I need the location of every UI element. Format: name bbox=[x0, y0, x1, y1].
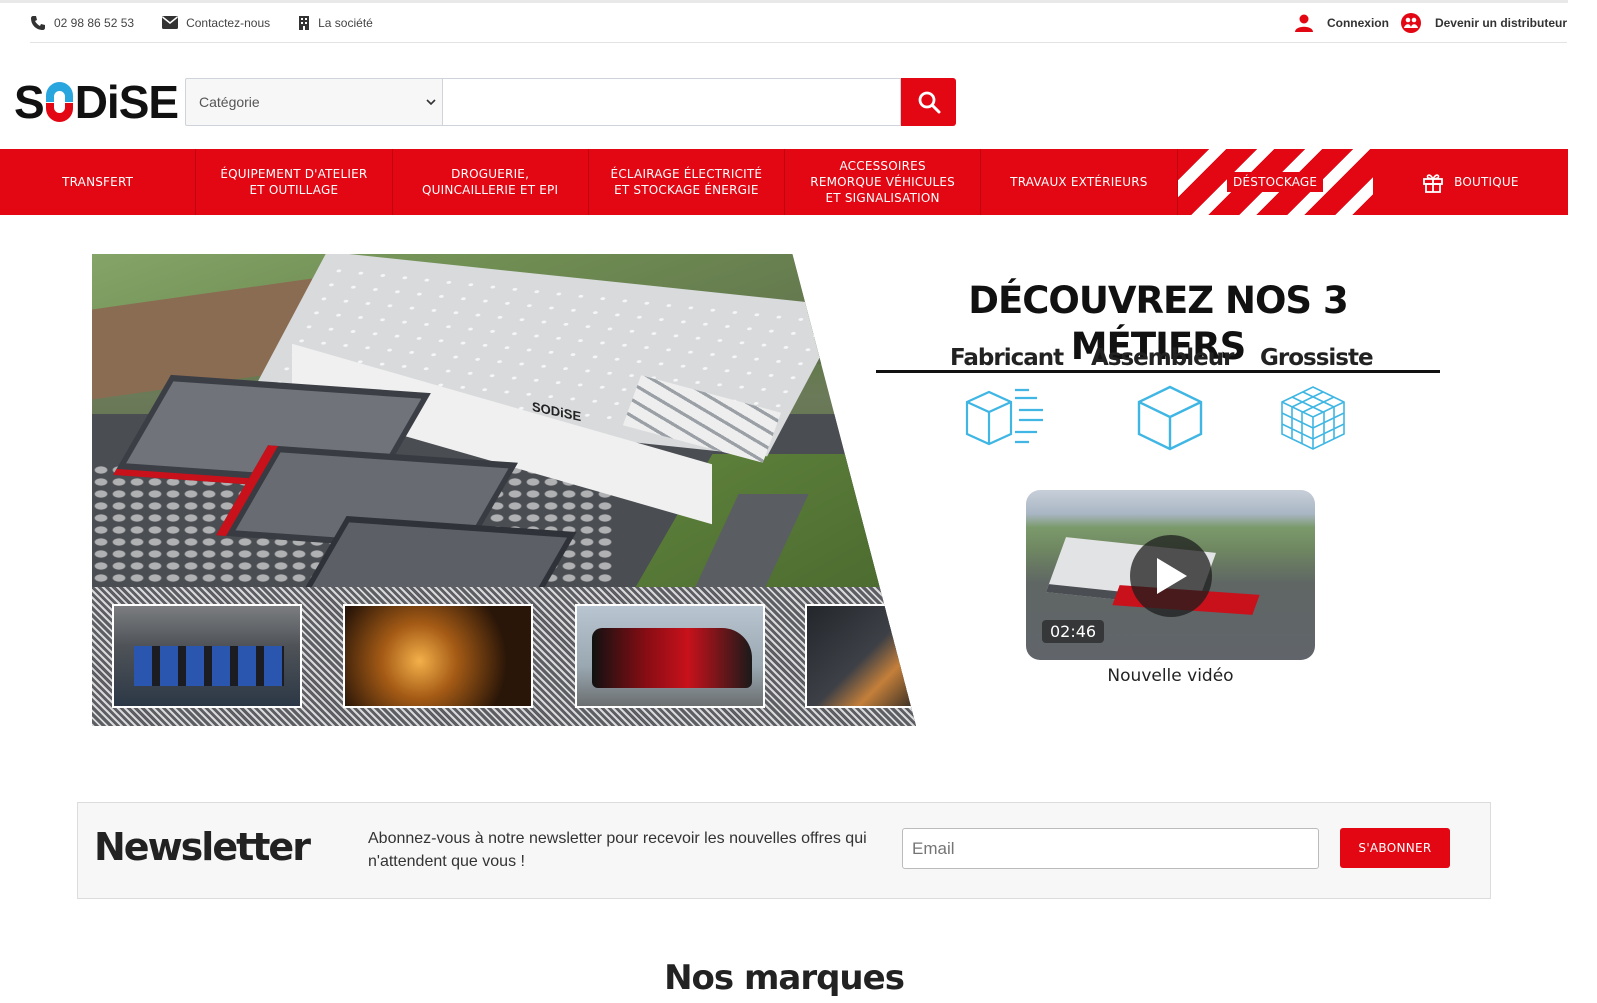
nav-label: TRAVAUX EXTÉRIEURS bbox=[1010, 175, 1148, 189]
logo-o-mark bbox=[45, 82, 73, 122]
distributor-label: Devenir un distributeur bbox=[1434, 15, 1567, 30]
nav-label: BOUTIQUE bbox=[1454, 175, 1519, 189]
metier-fabricant: Fabricant bbox=[950, 345, 1064, 371]
main-nav: TRANSFERT ÉQUIPEMENT D'ATELIER ET OUTILL… bbox=[0, 149, 1568, 215]
video-player[interactable]: 02:46 bbox=[1026, 490, 1315, 660]
nav-item-equipement-atelier[interactable]: ÉQUIPEMENT D'ATELIER ET OUTILLAGE bbox=[196, 149, 393, 215]
nav-item-eclairage[interactable]: ÉCLAIRAGE ÉLECTRICITÉ ET STOCKAGE ÉNERGI… bbox=[589, 149, 785, 215]
brands-title: Nos marques bbox=[664, 958, 905, 998]
play-icon bbox=[1157, 558, 1187, 594]
cube-grid-icon bbox=[1281, 386, 1345, 450]
search-button[interactable] bbox=[901, 78, 956, 126]
gift-icon bbox=[1423, 174, 1444, 193]
nav-label: DROGUERIE, QUINCAILLERIE ET EPI bbox=[422, 167, 559, 197]
metier-grossiste: Grossiste bbox=[1260, 345, 1374, 371]
nav-label: DÉSTOCKAGE bbox=[1227, 172, 1324, 192]
cube-exploded-icon bbox=[965, 388, 1043, 446]
nav-item-droguerie[interactable]: DROGUERIE, QUINCAILLERIE ET EPI bbox=[393, 149, 589, 215]
contact-label: Contactez-nous bbox=[186, 15, 271, 30]
phone-link[interactable]: 02 98 86 52 53 bbox=[30, 15, 134, 31]
nav-item-transfert[interactable]: TRANSFERT bbox=[0, 149, 197, 215]
company-link[interactable]: La société bbox=[298, 15, 373, 30]
user-icon bbox=[1294, 14, 1313, 32]
top-bar: 02 98 86 52 53 Contactez-nous La société… bbox=[30, 3, 1567, 43]
category-select[interactable]: Catégorie bbox=[185, 78, 443, 126]
thumb-workshop[interactable] bbox=[112, 604, 302, 708]
video-caption: Nouvelle vidéo bbox=[1107, 666, 1234, 686]
site-logo[interactable]: S DiSE bbox=[14, 76, 179, 128]
login-label: Connexion bbox=[1326, 15, 1389, 30]
cube-icon bbox=[1137, 385, 1203, 451]
nav-label: ÉQUIPEMENT D'ATELIER ET OUTILLAGE bbox=[220, 167, 368, 197]
phone-number: 02 98 86 52 53 bbox=[54, 15, 135, 30]
nav-item-destockage[interactable]: DÉSTOCKAGE bbox=[1177, 149, 1373, 215]
play-button[interactable] bbox=[1130, 535, 1212, 617]
thumb-machine[interactable] bbox=[805, 604, 916, 708]
contact-link[interactable]: Contactez-nous bbox=[162, 16, 270, 30]
scrollbar-track bbox=[1568, 0, 1597, 1003]
search-input[interactable] bbox=[443, 78, 901, 126]
login-link[interactable]: Connexion bbox=[1294, 14, 1389, 32]
envelope-icon bbox=[162, 16, 179, 29]
subscribe-button[interactable]: S'ABONNER bbox=[1340, 828, 1450, 868]
newsletter-text: Abonnez-vous à notre newsletter pour rec… bbox=[368, 830, 867, 870]
video-duration: 02:46 bbox=[1042, 620, 1105, 643]
chevron-down-icon bbox=[426, 99, 436, 105]
nav-item-boutique[interactable]: BOUTIQUE bbox=[1373, 149, 1568, 215]
nav-label: ACCESSOIRES REMORQUE VÉHICULES ET SIGNAL… bbox=[810, 159, 955, 205]
thumb-welding[interactable] bbox=[343, 604, 533, 708]
thumb-van[interactable] bbox=[575, 604, 765, 708]
logo-text-s: S bbox=[14, 76, 45, 128]
nav-label: ÉCLAIRAGE ÉLECTRICITÉ ET STOCKAGE ÉNERGI… bbox=[610, 167, 763, 197]
hero-aerial-photo[interactable]: SODiSE bbox=[92, 254, 916, 726]
nav-item-travaux-exterieurs[interactable]: TRAVAUX EXTÉRIEURS bbox=[981, 149, 1178, 215]
building-icon bbox=[299, 15, 310, 30]
phone-icon bbox=[31, 15, 45, 30]
nav-item-accessoires-remorque[interactable]: ACCESSOIRES REMORQUE VÉHICULES ET SIGNAL… bbox=[785, 149, 982, 215]
newsletter-section: Newsletter Abonnez-vous à notre newslett… bbox=[77, 802, 1491, 899]
newsletter-email-input[interactable] bbox=[902, 828, 1319, 869]
distributor-icon bbox=[1400, 12, 1421, 33]
company-label: La société bbox=[318, 15, 373, 30]
nav-label: TRANSFERT bbox=[62, 175, 134, 189]
logo-text-dise: DiSE bbox=[74, 76, 179, 128]
search-icon bbox=[918, 91, 940, 114]
become-distributor-link[interactable]: Devenir un distributeur bbox=[1400, 12, 1567, 33]
category-select-value: Catégorie bbox=[199, 94, 260, 110]
metier-assembleur: Assembleur bbox=[1091, 345, 1234, 371]
newsletter-title: Newsletter bbox=[94, 825, 311, 869]
